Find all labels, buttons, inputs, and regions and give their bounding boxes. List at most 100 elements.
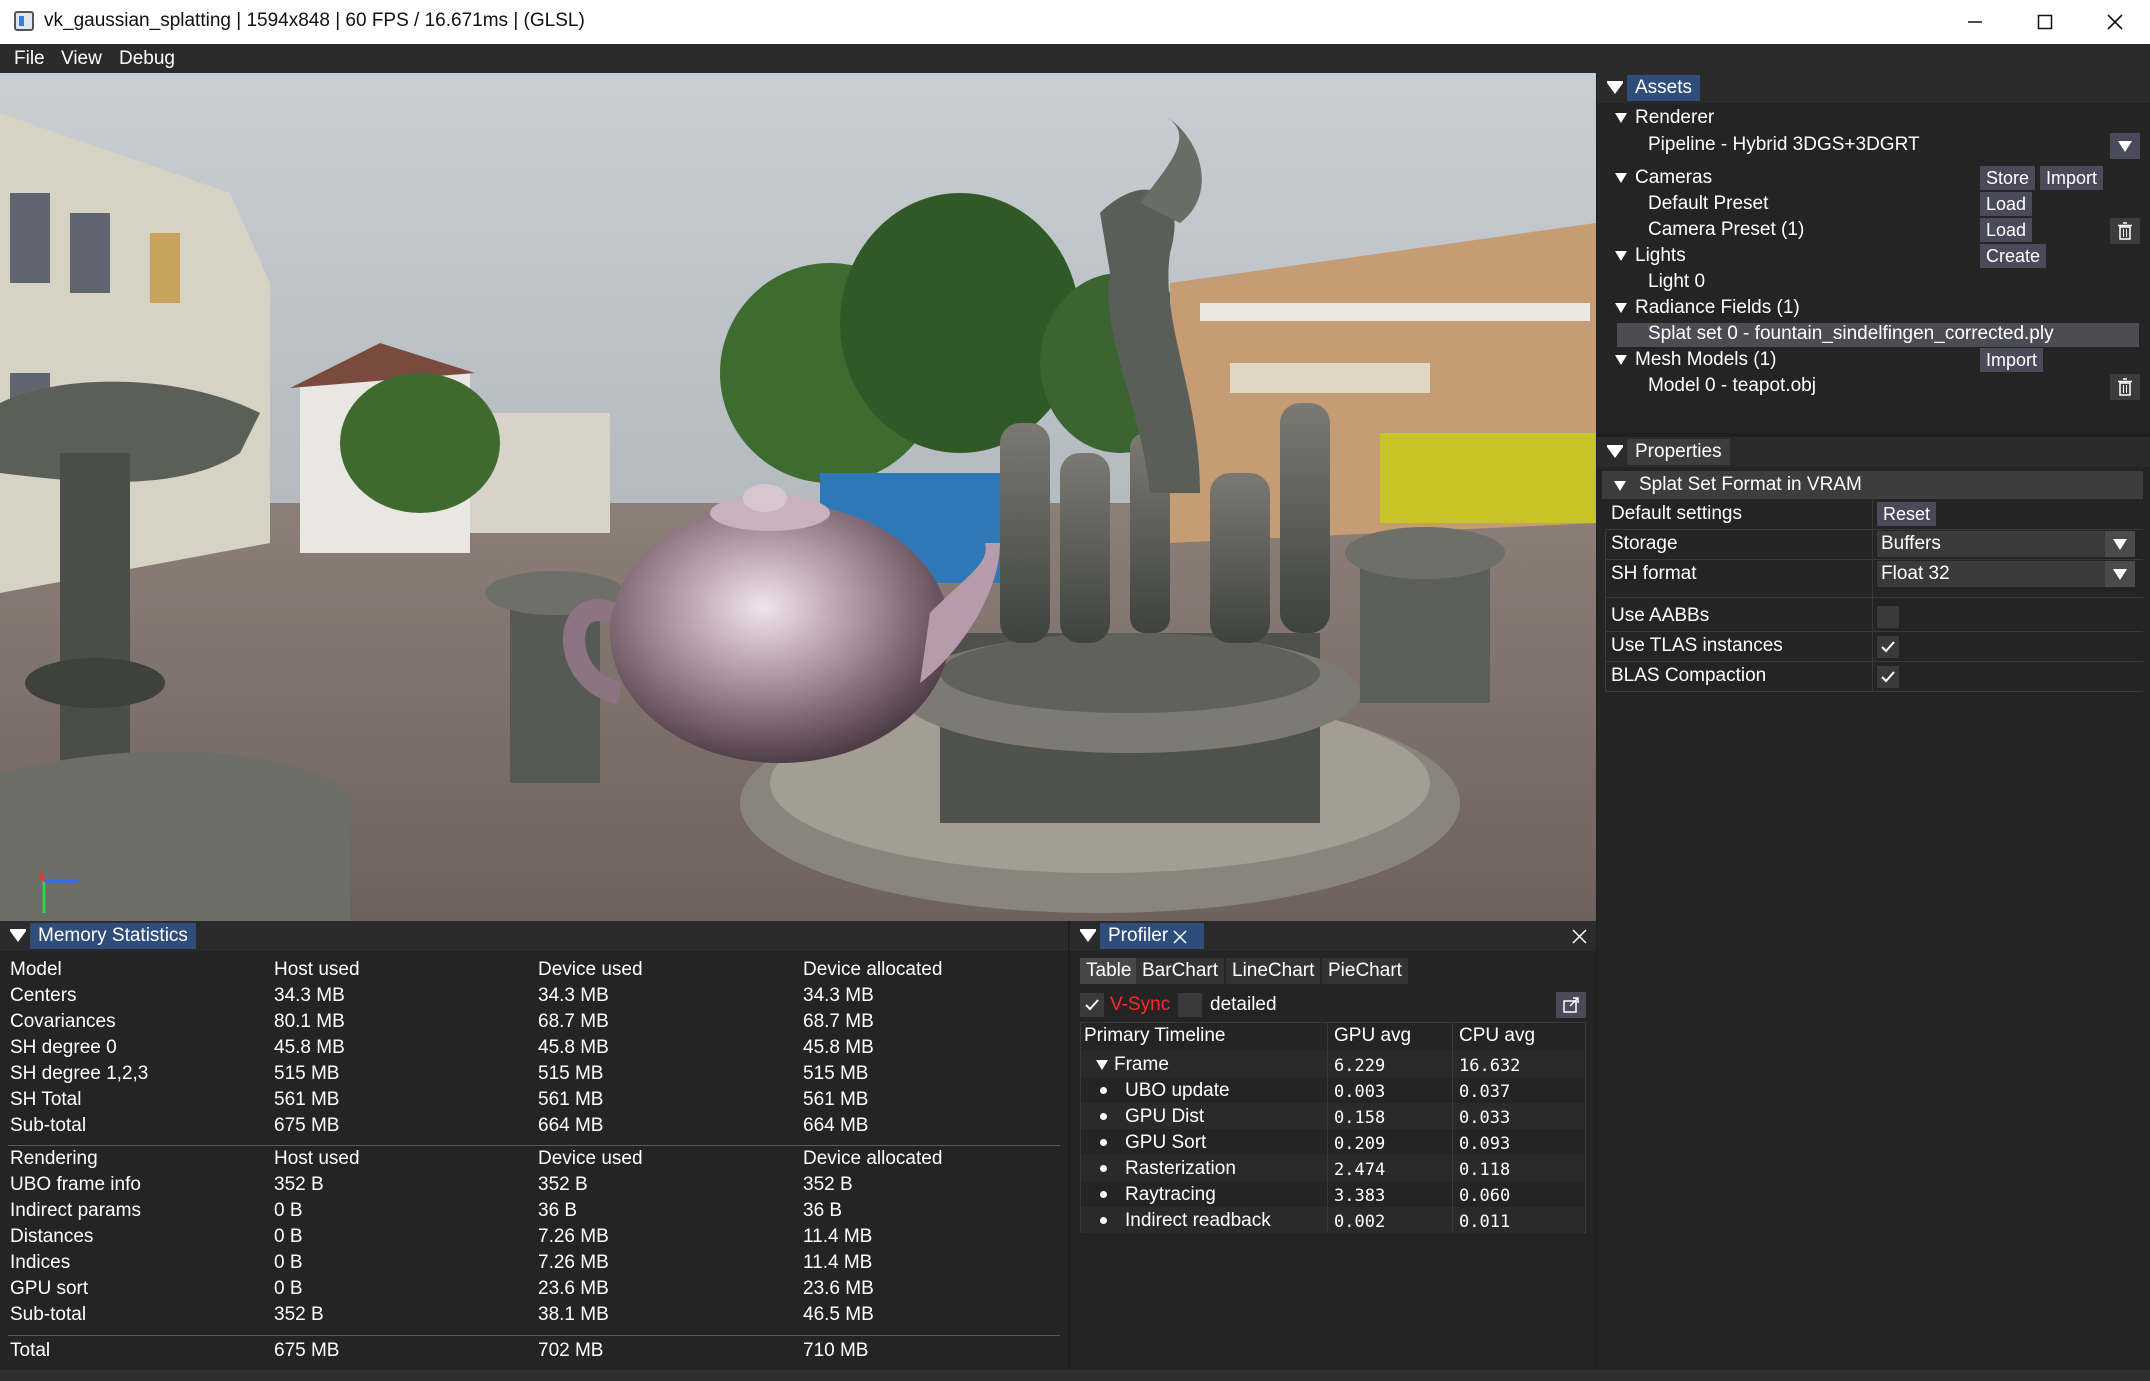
tree-radiance-fields[interactable]: Radiance Fields (1): [1635, 297, 1800, 319]
load-camera-preset-button[interactable]: Load: [1980, 218, 2033, 242]
export-button[interactable]: [1556, 992, 1586, 1018]
subtab-piechart[interactable]: PieChart: [1322, 958, 1408, 984]
use-aabbs-checkbox[interactable]: [1877, 606, 1899, 628]
expand-arrow-icon[interactable]: [1615, 113, 1627, 123]
render-header-cell: Rendering: [10, 1148, 98, 1169]
panel-menu-icon[interactable]: [10, 929, 26, 943]
render-row-cell: 23.6 MB: [538, 1278, 609, 1299]
profiler-row-label: UBO update: [1125, 1080, 1230, 1101]
minimize-button[interactable]: [1940, 0, 2010, 44]
render-row-cell: Sub-total: [10, 1304, 87, 1325]
tab-assets[interactable]: Assets: [1627, 75, 1701, 101]
render-row-cell: 7.26 MB: [538, 1252, 609, 1273]
expand-arrow-icon[interactable]: [1615, 355, 1627, 365]
tree-light-0[interactable]: Light 0: [1648, 271, 1705, 293]
total-row-cell: 675 MB: [274, 1340, 340, 1361]
label-use-tlas: Use TLAS instances: [1611, 635, 1783, 656]
tab-profiler[interactable]: Profiler: [1100, 923, 1205, 949]
profiler-row-gpu: 0.158: [1334, 1108, 1386, 1128]
tree-default-preset[interactable]: Default Preset: [1648, 193, 1768, 215]
subtab-table[interactable]: Table: [1080, 958, 1138, 984]
render-viewport[interactable]: [0, 73, 1596, 921]
render-header-cell: Host used: [274, 1148, 360, 1169]
status-strip: [0, 1370, 2150, 1381]
row-divider: [1605, 529, 2143, 530]
render-header-cell: Device used: [538, 1148, 643, 1169]
expand-arrow-icon[interactable]: [1615, 303, 1627, 313]
model-header-cell: Host used: [274, 959, 360, 980]
load-default-preset-button[interactable]: Load: [1980, 192, 2033, 216]
bullet-icon: [1100, 1139, 1107, 1146]
expand-arrow-icon[interactable]: [1096, 1060, 1108, 1070]
total-row-cell: 710 MB: [803, 1340, 869, 1361]
use-tlas-checkbox[interactable]: [1877, 636, 1899, 658]
subtab-barchart[interactable]: BarChart: [1136, 958, 1225, 984]
panel-menu-icon[interactable]: [1080, 929, 1096, 943]
profiler-frame-label: Frame: [1114, 1054, 1169, 1075]
close-icon: [2107, 14, 2123, 30]
panel-menu-icon[interactable]: [1607, 445, 1623, 459]
model-row-cell: SH degree 1,2,3: [10, 1063, 149, 1084]
delete-camera-preset-button[interactable]: [2110, 218, 2140, 244]
total-row-cell: Total: [10, 1340, 51, 1361]
profiler-row-cpu: 0.093: [1459, 1134, 1511, 1154]
subtab-linechart[interactable]: LineChart: [1226, 958, 1321, 984]
tree-splat-set-0[interactable]: Splat set 0 - fountain_sindelfingen_corr…: [1648, 323, 2054, 345]
close-panel-icon[interactable]: [1572, 929, 1587, 944]
sh-format-combo[interactable]: Float 32: [1877, 561, 2135, 587]
render-row-cell: Indirect params: [10, 1200, 141, 1221]
vsync-label: V-Sync: [1110, 994, 1171, 1015]
reset-button[interactable]: Reset: [1877, 502, 1937, 526]
window-title-bar: vk_gaussian_splatting | 1594x848 | 60 FP…: [0, 0, 2150, 44]
model-row-cell: 664 MB: [538, 1115, 604, 1136]
label-storage: Storage: [1611, 533, 1678, 554]
vsync-checkbox[interactable]: [1080, 993, 1104, 1017]
expand-arrow-icon[interactable]: [1615, 173, 1627, 183]
model-row-cell: Covariances: [10, 1011, 116, 1032]
chevron-down-icon: [2105, 531, 2135, 557]
tab-memory-statistics[interactable]: Memory Statistics: [30, 923, 196, 949]
panel-menu-icon[interactable]: [1607, 81, 1623, 95]
tree-mesh-models[interactable]: Mesh Models (1): [1635, 349, 1777, 371]
expand-arrow-icon[interactable]: [1615, 251, 1627, 261]
bullet-icon: [1100, 1087, 1107, 1094]
tree-camera-preset[interactable]: Camera Preset (1): [1648, 219, 1804, 241]
create-light-button[interactable]: Create: [1980, 244, 2047, 268]
tree-model-0[interactable]: Model 0 - teapot.obj: [1648, 375, 1816, 397]
close-tab-icon[interactable]: [1173, 930, 1187, 944]
checkmark-icon: [1881, 641, 1895, 653]
menu-file[interactable]: File: [14, 48, 45, 70]
pipeline-dropdown-button[interactable]: [2110, 133, 2140, 159]
column-divider: [1872, 499, 1873, 692]
menu-view[interactable]: View: [61, 48, 102, 70]
detailed-checkbox[interactable]: [1178, 993, 1202, 1017]
delete-model-button[interactable]: [2110, 374, 2140, 400]
import-mesh-button[interactable]: Import: [1980, 348, 2044, 372]
column-divider: [1327, 1022, 1328, 1231]
render-header-cell: Device allocated: [803, 1148, 943, 1169]
menu-debug[interactable]: Debug: [119, 48, 175, 70]
sh-format-value: Float 32: [1881, 563, 1950, 584]
tree-renderer[interactable]: Renderer: [1635, 107, 1714, 129]
model-row-cell: 68.7 MB: [538, 1011, 609, 1032]
blas-compaction-checkbox[interactable]: [1877, 666, 1899, 688]
storage-combo[interactable]: Buffers: [1877, 531, 2135, 557]
store-camera-button[interactable]: Store: [1980, 166, 2036, 190]
tree-lights[interactable]: Lights: [1635, 245, 1686, 267]
profiler-row-cpu: 0.037: [1459, 1082, 1511, 1102]
tree-cameras[interactable]: Cameras: [1635, 167, 1712, 189]
tree-pipeline[interactable]: Pipeline - Hybrid 3DGS+3DGRT: [1648, 134, 1920, 156]
section-splat-format[interactable]: Splat Set Format in VRAM: [1639, 474, 1862, 496]
model-row-cell: 34.3 MB: [274, 985, 345, 1006]
import-camera-button[interactable]: Import: [2040, 166, 2104, 190]
render-row-cell: GPU sort: [10, 1278, 89, 1299]
close-window-button[interactable]: [2080, 0, 2150, 44]
chevron-down-icon: [2118, 140, 2132, 152]
tab-properties[interactable]: Properties: [1627, 439, 1730, 465]
maximize-button[interactable]: [2010, 0, 2080, 44]
detailed-label: detailed: [1210, 994, 1277, 1015]
model-row-cell: 515 MB: [274, 1063, 340, 1084]
render-row-cell: 36 B: [803, 1200, 843, 1221]
expand-arrow-icon[interactable]: [1614, 481, 1626, 491]
label-use-aabbs: Use AABBs: [1611, 605, 1710, 626]
